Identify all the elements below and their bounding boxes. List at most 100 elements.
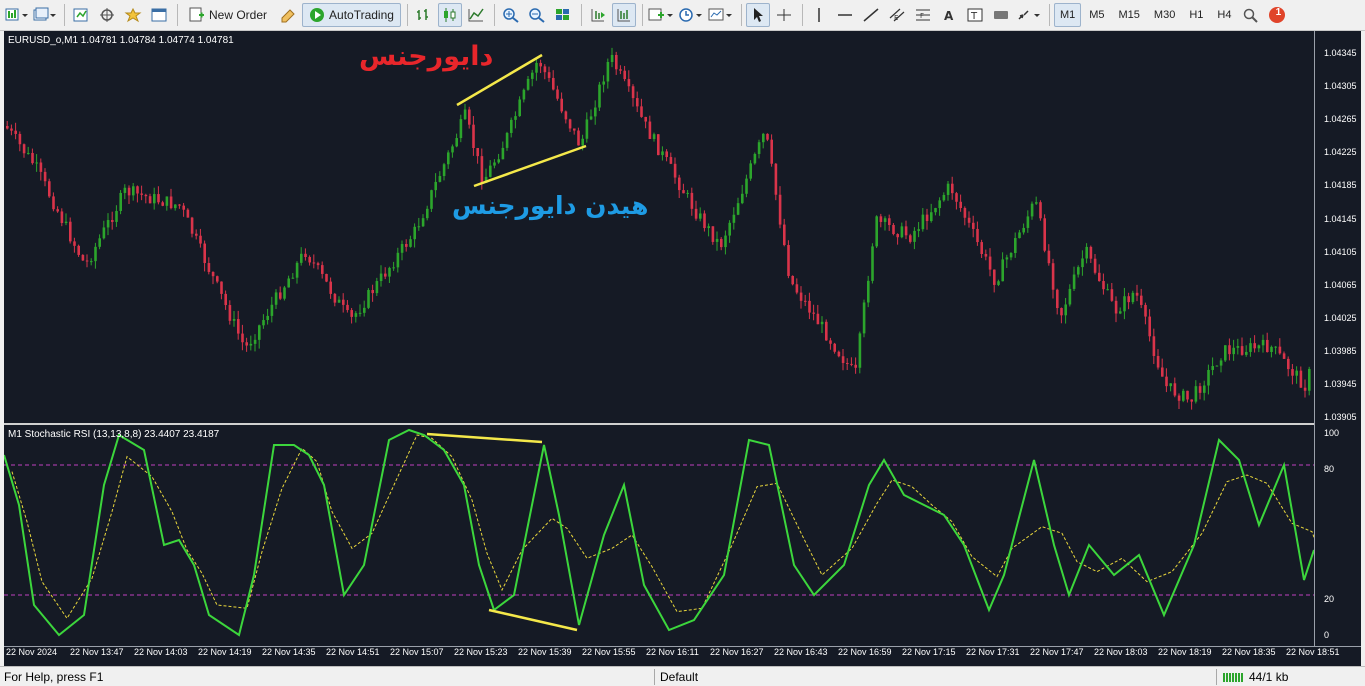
timeframe-m30[interactable]: M30 xyxy=(1148,3,1181,27)
candle-body xyxy=(1203,385,1206,393)
svg-text:E: E xyxy=(894,14,898,22)
candle-body xyxy=(64,221,68,224)
candle-body xyxy=(1047,250,1051,264)
line-chart-icon[interactable] xyxy=(464,3,488,27)
equidistant-channel-icon[interactable]: E xyxy=(885,3,909,27)
timeframe-m5[interactable]: M5 xyxy=(1083,3,1110,27)
indicator-trendline-bottom[interactable] xyxy=(488,608,578,632)
auto-scroll-icon[interactable] xyxy=(611,3,636,27)
timeframe-h4[interactable]: H4 xyxy=(1211,3,1237,27)
autotrading-button[interactable]: AutoTrading xyxy=(302,3,401,27)
candle-body xyxy=(720,238,723,248)
candle-body xyxy=(1249,343,1252,352)
time-label: 22 Nov 16:43 xyxy=(774,647,828,657)
toolbar-separator xyxy=(1048,4,1050,26)
timeframe-h1[interactable]: H1 xyxy=(1183,3,1209,27)
toolbar-separator xyxy=(177,4,178,26)
stochastic-rsi-pane[interactable] xyxy=(4,425,1314,646)
candle-body xyxy=(892,224,895,235)
candle-body xyxy=(405,244,408,247)
navigator-star-icon[interactable] xyxy=(121,3,145,27)
candle-body xyxy=(295,262,299,278)
candle-body xyxy=(1131,292,1135,303)
search-icon[interactable] xyxy=(1239,3,1263,27)
candle-body xyxy=(333,293,337,303)
candle-body xyxy=(1270,346,1273,353)
timeframe-m15[interactable]: M15 xyxy=(1113,3,1146,27)
candlestick-chart-icon[interactable] xyxy=(437,3,462,27)
price-label: 1.03985 xyxy=(1324,345,1357,356)
cursor-tool-icon[interactable] xyxy=(745,3,770,27)
candle-body xyxy=(711,226,715,242)
crosshair-icon[interactable] xyxy=(772,3,796,27)
chart-shift-icon[interactable] xyxy=(586,3,610,27)
chart-window[interactable]: EURUSD_o,M1 1.04781 1.04784 1.04774 1.04… xyxy=(4,31,1361,666)
arrows-menu-button[interactable] xyxy=(1015,3,1043,27)
time-label: 22 Nov 16:59 xyxy=(838,647,892,657)
candle-body xyxy=(1190,399,1193,402)
candle-body xyxy=(631,86,635,99)
periods-menu-button[interactable] xyxy=(677,3,705,27)
candle-body xyxy=(812,312,815,314)
expert-advisor-icon[interactable] xyxy=(276,3,300,27)
candle-body xyxy=(1274,346,1277,348)
text-tool-icon[interactable]: A xyxy=(937,3,961,27)
candle-body xyxy=(1030,203,1034,217)
candle-body xyxy=(497,159,500,163)
templates-menu-button[interactable] xyxy=(707,3,735,27)
candle-body xyxy=(1287,358,1290,370)
candle-body xyxy=(434,181,437,191)
price-chart[interactable] xyxy=(4,31,1314,423)
data-window-icon[interactable] xyxy=(95,3,119,27)
candle-body xyxy=(1022,227,1025,233)
zoom-out-icon[interactable] xyxy=(525,3,549,27)
candle-body xyxy=(232,319,236,321)
candle-body xyxy=(1177,395,1181,401)
candle-body xyxy=(1018,232,1021,239)
zoom-in-icon[interactable] xyxy=(499,3,523,27)
text-label-icon[interactable]: T xyxy=(963,3,987,27)
price-label: 1.04025 xyxy=(1324,312,1357,323)
horizontal-line-icon[interactable] xyxy=(833,3,857,27)
candle-body xyxy=(190,217,194,234)
new-order-button[interactable]: New Order xyxy=(182,3,274,27)
indicator-trendline-top[interactable] xyxy=(426,432,543,444)
candle-body xyxy=(153,194,156,204)
candle-body xyxy=(52,196,55,210)
candle-body xyxy=(787,245,790,276)
candle-body xyxy=(988,256,992,270)
market-watch-icon[interactable] xyxy=(69,3,93,27)
timeframe-m1[interactable]: M1 xyxy=(1053,3,1082,27)
notifications-button[interactable]: 1 xyxy=(1265,3,1289,27)
candle-body xyxy=(703,213,706,229)
profiles-button[interactable] xyxy=(32,3,58,27)
trendline-icon[interactable] xyxy=(859,3,883,27)
fibonacci-icon[interactable]: F xyxy=(911,3,935,27)
candle-body xyxy=(795,284,799,293)
candle-body xyxy=(438,176,442,182)
candle-body xyxy=(1009,252,1013,258)
candle-body xyxy=(1039,202,1042,219)
stochastic-main-line xyxy=(4,428,1314,637)
candle-body xyxy=(1198,386,1202,393)
candle-body xyxy=(455,138,458,147)
candle-body xyxy=(148,196,152,204)
tile-windows-icon[interactable] xyxy=(551,3,575,27)
vertical-line-icon[interactable] xyxy=(807,3,831,27)
candle-body xyxy=(1106,289,1109,291)
candle-body xyxy=(417,226,421,228)
bar-chart-icon[interactable] xyxy=(412,3,436,27)
candle-body xyxy=(279,292,282,299)
candle-body xyxy=(10,128,13,131)
rectangle-tool-icon[interactable] xyxy=(989,3,1013,27)
candle-body xyxy=(81,254,85,261)
candle-body xyxy=(657,134,660,156)
indicators-menu-button[interactable] xyxy=(647,3,675,27)
candle-body xyxy=(690,192,694,209)
new-chart-button[interactable] xyxy=(4,3,30,27)
candle-body xyxy=(783,224,786,246)
terminal-icon[interactable] xyxy=(147,3,171,27)
candle-body xyxy=(22,144,26,154)
time-label: 22 Nov 17:15 xyxy=(902,647,956,657)
candle-body xyxy=(648,121,652,139)
